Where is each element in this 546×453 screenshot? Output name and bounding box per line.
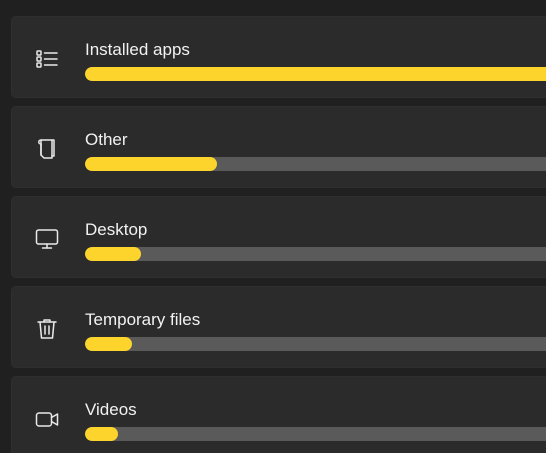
category-label: Other: [85, 130, 128, 149]
category-label: Desktop: [85, 220, 148, 239]
monitor-icon: [34, 226, 60, 252]
usage-bar-fill: [85, 427, 118, 441]
category-label: Temporary files: [85, 310, 201, 329]
usage-bar: [85, 247, 546, 261]
storage-category-other[interactable]: Other: [11, 106, 546, 188]
video-camera-icon: [34, 406, 60, 432]
usage-bar: [85, 337, 546, 351]
storage-category-list: Installed apps Other Desktop Temporary f…: [0, 0, 546, 453]
category-label: Videos: [85, 400, 137, 419]
storage-category-videos[interactable]: Videos: [11, 376, 546, 453]
trash-icon: [34, 316, 60, 342]
document-icon: [34, 136, 60, 162]
storage-category-desktop[interactable]: Desktop: [11, 196, 546, 278]
storage-category-temporary-files[interactable]: Temporary files: [11, 286, 546, 368]
usage-bar-fill: [85, 157, 217, 171]
usage-bar: [85, 427, 546, 441]
usage-bar-fill: [85, 247, 142, 261]
usage-bar-fill: [85, 67, 546, 81]
storage-category-installed-apps[interactable]: Installed apps: [11, 16, 546, 98]
usage-bar: [85, 157, 546, 171]
usage-bar: [85, 67, 546, 81]
category-label: Installed apps: [85, 40, 190, 59]
usage-bar-fill: [85, 337, 132, 351]
list-icon: [34, 46, 60, 72]
